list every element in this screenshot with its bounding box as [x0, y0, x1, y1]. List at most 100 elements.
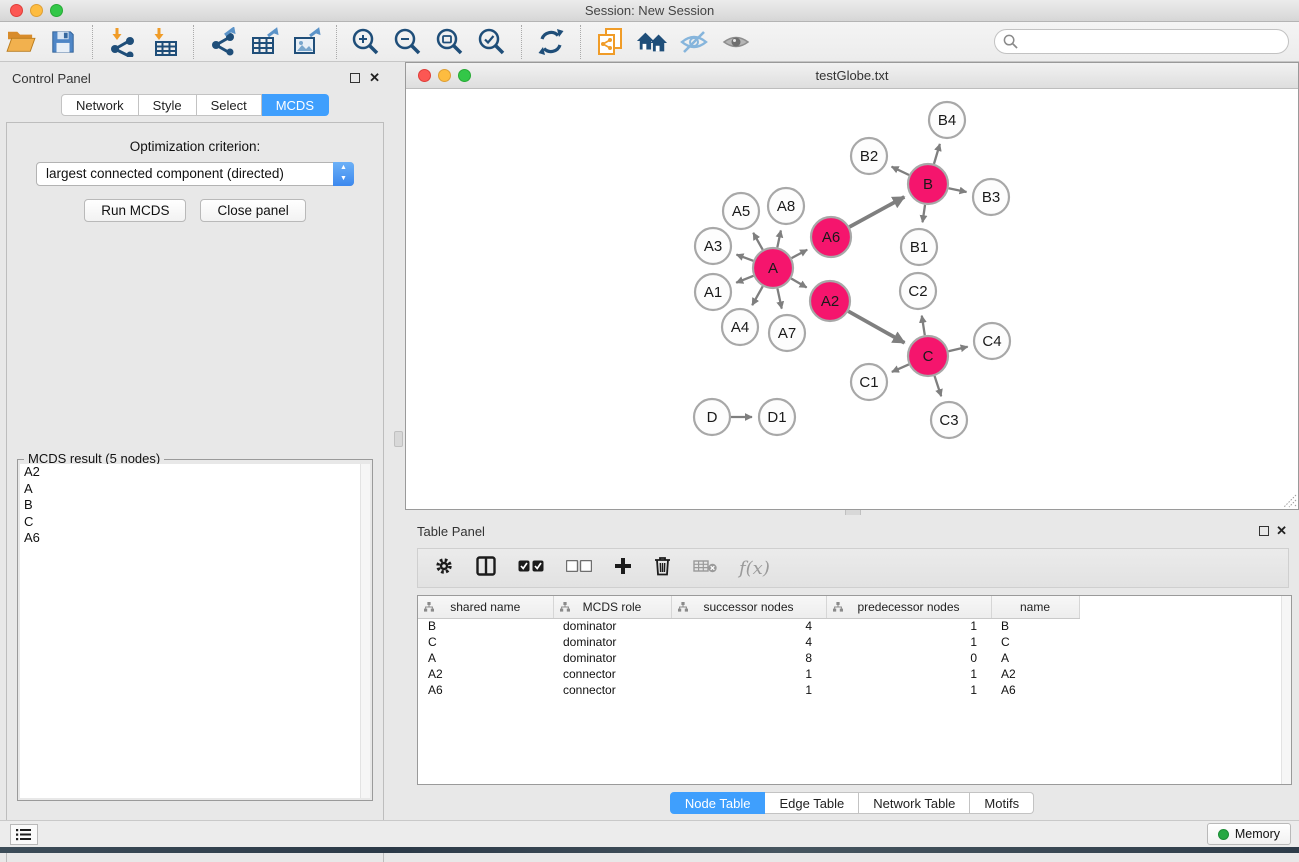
import-network-icon[interactable] — [104, 25, 140, 59]
graph-edge-C-C1[interactable] — [892, 364, 909, 371]
column-header[interactable]: predecessor nodes — [826, 596, 991, 618]
mcds-result-item[interactable]: A6 — [20, 530, 360, 547]
tab-mcds[interactable]: MCDS — [262, 94, 329, 116]
memory-button[interactable]: Memory — [1207, 823, 1291, 845]
hide-details-icon[interactable] — [676, 25, 712, 59]
graph-node-A3[interactable]: A3 — [695, 228, 731, 264]
float-panel-icon[interactable] — [1259, 526, 1269, 536]
graph-edge-B-B2[interactable] — [892, 167, 909, 175]
export-image-icon[interactable] — [289, 25, 325, 59]
column-header[interactable]: successor nodes — [671, 596, 826, 618]
table-settings-icon[interactable] — [434, 556, 454, 581]
graph-node-C4[interactable]: C4 — [974, 323, 1010, 359]
zoom-out-icon[interactable] — [390, 25, 426, 59]
mcds-result-item[interactable]: A2 — [20, 464, 360, 481]
graph-node-D1[interactable]: D1 — [759, 399, 795, 435]
graph-node-A[interactable]: A — [753, 248, 793, 288]
search-input[interactable] — [994, 29, 1289, 54]
window-resize-grip[interactable] — [1283, 494, 1297, 508]
import-table-icon[interactable] — [146, 25, 182, 59]
graph-edge-A-A1[interactable] — [736, 276, 753, 283]
graph-edge-C-C4[interactable] — [948, 347, 967, 352]
graph-edge-B-B3[interactable] — [949, 188, 967, 192]
delete-table-icon[interactable] — [693, 559, 717, 578]
show-columns-icon[interactable] — [476, 556, 496, 581]
zoom-fit-icon[interactable] — [432, 25, 468, 59]
column-header[interactable]: name — [991, 596, 1079, 618]
graph-node-C[interactable]: C — [908, 336, 948, 376]
mcds-result-scrollbar[interactable] — [360, 464, 370, 798]
clone-network-icon[interactable] — [592, 25, 628, 59]
graph-node-A5[interactable]: A5 — [723, 193, 759, 229]
graph-node-A8[interactable]: A8 — [768, 188, 804, 224]
graph-edge-C-C3[interactable] — [935, 376, 942, 396]
zoom-selected-icon[interactable] — [474, 25, 510, 59]
graph-edge-A6-B[interactable] — [849, 197, 904, 227]
graph-node-B[interactable]: B — [908, 164, 948, 204]
vertical-splitter-grip[interactable] — [394, 431, 403, 447]
graph-node-B4[interactable]: B4 — [929, 102, 965, 138]
float-panel-icon[interactable] — [350, 73, 360, 83]
graph-edge-C-C2[interactable] — [922, 316, 925, 336]
graph-edge-A-A4[interactable] — [752, 286, 763, 305]
graph-node-B1[interactable]: B1 — [901, 229, 937, 265]
add-column-icon[interactable] — [614, 557, 632, 580]
tab-motifs[interactable]: Motifs — [970, 792, 1034, 814]
mcds-result-item[interactable]: A — [20, 481, 360, 498]
deselect-all-checkboxes-icon[interactable] — [566, 559, 592, 577]
tab-select[interactable]: Select — [197, 94, 262, 116]
graph-edge-A-A6[interactable] — [792, 250, 808, 258]
open-file-icon[interactable] — [3, 25, 39, 59]
save-session-icon[interactable] — [45, 25, 81, 59]
graph-edge-A-A8[interactable] — [777, 230, 781, 247]
graph-edge-A-A7[interactable] — [777, 289, 781, 309]
apply-layout-icon[interactable] — [533, 25, 569, 59]
close-panel-button[interactable]: Close panel — [200, 199, 305, 222]
close-panel-icon[interactable]: ✕ — [1276, 523, 1287, 539]
task-history-button[interactable] — [10, 824, 38, 845]
run-mcds-button[interactable]: Run MCDS — [84, 199, 186, 222]
graph-node-A2[interactable]: A2 — [810, 281, 850, 321]
graph-node-C2[interactable]: C2 — [900, 273, 936, 309]
graph-node-B2[interactable]: B2 — [851, 138, 887, 174]
home-icon[interactable] — [634, 25, 670, 59]
table-row[interactable]: A6connector11A6 — [418, 682, 1079, 698]
export-table-icon[interactable] — [247, 25, 283, 59]
graph-node-C1[interactable]: C1 — [851, 364, 887, 400]
select-all-checkboxes-icon[interactable] — [518, 559, 544, 577]
graph-edge-A2-C[interactable] — [848, 311, 904, 343]
close-panel-icon[interactable]: ✕ — [369, 70, 380, 86]
mcds-result-item[interactable]: C — [20, 514, 360, 531]
graph-node-A6[interactable]: A6 — [811, 217, 851, 257]
export-network-icon[interactable] — [205, 25, 241, 59]
graph-node-A7[interactable]: A7 — [769, 315, 805, 351]
table-row[interactable]: Cdominator41C — [418, 634, 1079, 650]
table-scrollbar[interactable] — [1281, 596, 1291, 784]
table-row[interactable]: Adominator80A — [418, 650, 1079, 666]
show-details-icon[interactable] — [718, 25, 754, 59]
graph-edge-A-A2[interactable] — [791, 279, 806, 288]
network-canvas[interactable]: B4B2BB3A8A5A6B1A3AA1C2A2A4A7C4CC1C3DD1 — [406, 89, 1298, 509]
graph-node-D[interactable]: D — [694, 399, 730, 435]
table-row[interactable]: A2connector11A2 — [418, 666, 1079, 682]
graph-node-B3[interactable]: B3 — [973, 179, 1009, 215]
tab-style[interactable]: Style — [139, 94, 197, 116]
column-header[interactable]: MCDS role — [553, 596, 671, 618]
network-window-titlebar[interactable]: testGlobe.txt — [406, 63, 1298, 89]
tab-node-table[interactable]: Node Table — [670, 792, 766, 814]
function-builder-icon[interactable]: f(x) — [739, 558, 770, 579]
graph-node-C3[interactable]: C3 — [931, 402, 967, 438]
tab-network[interactable]: Network — [61, 94, 139, 116]
criterion-dropdown[interactable]: largest connected component (directed) ▲… — [36, 162, 354, 186]
graph-node-A4[interactable]: A4 — [722, 309, 758, 345]
mcds-result-item[interactable]: B — [20, 497, 360, 514]
zoom-in-icon[interactable] — [348, 25, 384, 59]
tab-network-table[interactable]: Network Table — [859, 792, 970, 814]
graph-edge-B-B1[interactable] — [923, 205, 925, 222]
tab-edge-table[interactable]: Edge Table — [765, 792, 859, 814]
table-row[interactable]: Bdominator41B — [418, 618, 1079, 634]
graph-edge-A-A5[interactable] — [753, 233, 762, 250]
graph-edge-A-A3[interactable] — [736, 255, 753, 261]
delete-column-icon[interactable] — [654, 556, 671, 581]
column-header[interactable]: shared name — [418, 596, 553, 618]
